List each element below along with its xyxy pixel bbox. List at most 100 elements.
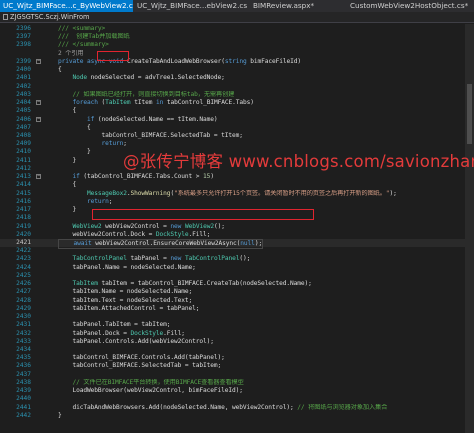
document-tab-label: BIMReview.aspx* <box>253 1 315 10</box>
collapse-icon[interactable]: − <box>36 174 41 180</box>
code-line[interactable]: 2441 dicTabAndWebBrowsers.Add(nodeSelect… <box>0 404 474 412</box>
code-line[interactable]: 2439 LoadWebBrowser(webView2Control, bim… <box>0 387 474 395</box>
document-tab[interactable]: BIMReview.aspx* <box>250 0 346 12</box>
code-token: "系统最多只允许打开15个页签。请关闭暂时不用的页签之后再打开新的图纸。" <box>174 189 390 197</box>
code-line[interactable]: 2401 Node nodeSelected = advTree1.Select… <box>0 74 474 82</box>
line-number: 2440 <box>16 395 31 403</box>
code-line[interactable]: 2436 tabControl_BIMFACE.SelectedTab = ta… <box>0 362 474 370</box>
line-number: 2396 <box>16 25 31 32</box>
code-line[interactable]: 2415 MessageBox2.ShowWarning("系统最多只允许打开1… <box>0 190 474 198</box>
project-dropdown[interactable]: ZJGSGTSC.Sczj.WinFrom <box>10 13 89 21</box>
code-text: { <box>58 181 77 189</box>
line-number: 2401 <box>16 74 31 82</box>
code-token: /// 创建Tab并加载图纸 <box>58 33 130 41</box>
line-number: 2407 <box>16 123 31 131</box>
code-line[interactable]: 2432 tabPanel.Dock = DockStyle.Fill; <box>0 330 474 338</box>
codelens-references[interactable]: 2 个引用 <box>58 50 84 57</box>
code-token: // 将图纸与浏览器对象加入集合 <box>297 403 388 411</box>
code-line[interactable]: 2440 <box>0 395 474 403</box>
code-line[interactable]: 2398 /// </summary> <box>0 41 474 49</box>
code-line[interactable]: 2427 tabItem.Name = nodeSelected.Name; <box>0 288 474 296</box>
document-tab[interactable]: UC_Wjtz_BIMFace...ebView2.cs [设计] <box>134 0 249 12</box>
line-number: 2431 <box>16 321 31 329</box>
code-line[interactable]: 2 个引用 <box>0 50 474 58</box>
code-line[interactable]: 2424 tabPanel.Name = nodeSelected.Name; <box>0 264 474 272</box>
code-line[interactable]: 2429 tabItem.AttachedControl = tabPanel; <box>0 305 474 313</box>
code-token: tabPanel.Name = nodeSelected.Name; <box>58 263 196 271</box>
code-token: WebView2 <box>184 222 214 230</box>
vertical-scrollbar[interactable] <box>465 24 474 433</box>
code-line[interactable]: 2399− private async void CreateTabAndLoad… <box>0 58 474 66</box>
line-number: 2439 <box>16 387 31 395</box>
code-line[interactable]: 2402 <box>0 83 474 91</box>
collapse-icon[interactable]: − <box>36 116 41 122</box>
code-line[interactable]: 2400 { <box>0 66 474 74</box>
code-line[interactable]: 2406− if (nodeSelected.Name == tItem.Nam… <box>0 116 474 124</box>
code-text: tabControl_BIMFACE.Controls.Add(tabPanel… <box>58 354 225 362</box>
code-line[interactable]: 2434 <box>0 346 474 354</box>
code-line[interactable]: 2442} <box>0 412 474 420</box>
code-token: TabItem <box>105 99 131 107</box>
code-token: webView2Control.EnsureCoreWebView2Async( <box>91 239 241 247</box>
line-number: 2421 <box>16 238 31 246</box>
code-line[interactable]: 2423 TabControlPanel tabPanel = new TabC… <box>0 255 474 263</box>
code-token: WebView2 <box>72 222 102 230</box>
code-text: return; <box>58 140 127 148</box>
code-line[interactable]: 2420 webView2Control.Dock = DockStyle.Fi… <box>0 231 474 239</box>
code-text: return; <box>58 198 112 206</box>
code-line[interactable]: 2435 tabControl_BIMFACE.Controls.Add(tab… <box>0 354 474 362</box>
code-line[interactable]: 2396 /// <summary> <box>0 25 474 33</box>
line-number: 2434 <box>16 345 31 353</box>
code-text: MessageBox2.ShowWarning("系统最多只允许打开15个页签。… <box>58 190 397 198</box>
code-line[interactable]: 2431 tabPanel.TabItem = tabItem; <box>0 321 474 329</box>
code-line[interactable]: 2414 { <box>0 181 474 189</box>
code-token: DockStyle <box>130 329 164 337</box>
code-line[interactable]: 2426 TabItem tabItem = tabControl_BIMFAC… <box>0 280 474 288</box>
code-token: { <box>58 123 91 131</box>
code-line[interactable]: 2405 { <box>0 107 474 115</box>
code-line[interactable]: 2430 <box>0 313 474 321</box>
code-line[interactable]: 2422 <box>0 247 474 255</box>
code-line[interactable]: 2407 { <box>0 124 474 132</box>
code-token: (tabControl_BIMFACE.Tabs.Count > <box>79 173 204 181</box>
code-line[interactable]: 2425 <box>0 272 474 280</box>
code-line[interactable]: 2437 <box>0 371 474 379</box>
code-text: tabPanel.TabItem = tabItem; <box>58 321 171 329</box>
code-line[interactable]: 2413− if (tabControl_BIMFACE.Tabs.Count … <box>0 173 474 181</box>
line-number: 2436 <box>16 362 31 370</box>
code-line[interactable]: 2433 tabPanel.Controls.Add(webView2Contr… <box>0 338 474 346</box>
code-line[interactable]: 2428 tabItem.Text = nodeSelected.Text; <box>0 297 474 305</box>
code-token: /// </summary> <box>58 41 109 49</box>
code-line[interactable]: 2397 /// 创建Tab并加载图纸 <box>0 33 474 41</box>
code-text: LoadWebBrowser(webView2Control, bimFaceF… <box>58 387 243 395</box>
code-line[interactable]: 2403 // 如果图纸已经打开，则直接切换到目标tab，无需再创建 <box>0 91 474 99</box>
document-tab[interactable]: UC_Wjtz_BIMFace...c_ByWebView2.cs✕ <box>0 0 133 12</box>
code-line[interactable]: 2438 // 文件已在BIMFACE平台转换，使用BIMFACE查看器查看模型 <box>0 379 474 387</box>
code-token: } <box>58 411 62 419</box>
code-line[interactable]: 2404− foreach (TabItem tItem in tabContr… <box>0 99 474 107</box>
code-line[interactable]: 2419 WebView2 webView2Control = new WebV… <box>0 223 474 231</box>
code-line[interactable]: 2408 tabControl_BIMFACE.SelectedTab = tI… <box>0 132 474 140</box>
scrollbar-thumb[interactable] <box>467 84 472 144</box>
code-text: // 如果图纸已经打开，则直接切换到目标tab，无需再创建 <box>58 91 235 99</box>
collapse-icon[interactable]: − <box>36 100 41 106</box>
document-tab[interactable]: CustomWebView2HostObject.cs* <box>347 0 474 12</box>
document-tab-label: UC_Wjtz_BIMFace...c_ByWebView2.cs <box>3 1 133 10</box>
line-number: 2406 <box>16 115 31 123</box>
code-token: new <box>170 222 182 230</box>
code-text: private async void CreateTabAndLoadWebBr… <box>58 58 301 66</box>
code-line-current[interactable]: 2421 await webView2Control.EnsureCoreWeb… <box>0 238 474 250</box>
code-token: (); <box>239 255 251 263</box>
code-token: webView2Control.Dock = <box>58 230 156 238</box>
line-number: 2415 <box>16 189 31 197</box>
collapse-icon[interactable]: − <box>36 58 41 64</box>
code-line[interactable]: 2416 return; <box>0 198 474 206</box>
navigation-bar[interactable]: ZJGSGTSC.Sczj.WinFrom <box>0 12 474 23</box>
code-token: { <box>58 66 62 74</box>
code-editor[interactable]: 2396 /// <summary> 2397 /// 创建Tab并加载图纸 2398 /… <box>0 24 474 433</box>
code-text: dicTabAndWebBrowsers.Add(nodeSelected.Na… <box>58 403 388 412</box>
